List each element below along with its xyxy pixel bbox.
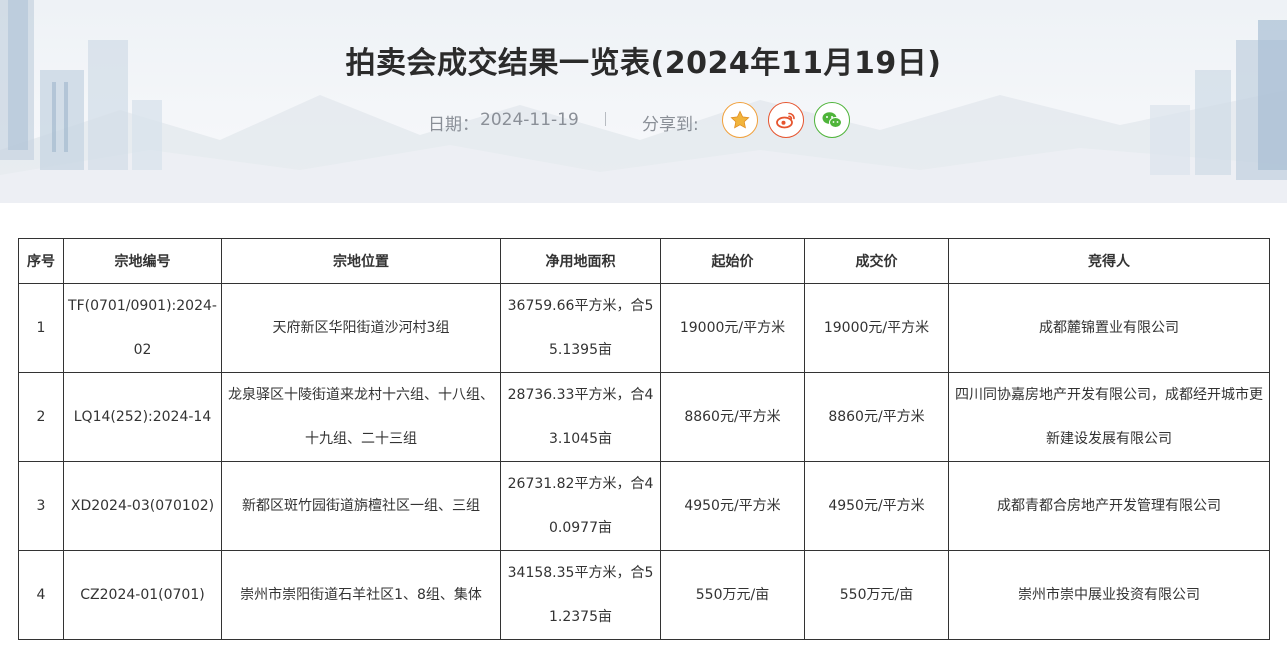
cell-net-area: 34158.35平方米，合51.2375亩 [500,550,661,640]
cell-parcel-code: LQ14(252):2024-14 [63,372,222,462]
table-row: 3 XD2024-03(070102) 新都区斑竹园街道旃檀社区一组、三组 26… [18,461,1270,551]
column-header-starting-price: 起始价 [660,238,805,284]
cell-location: 崇州市崇阳街道石羊社区1、8组、集体 [221,550,501,640]
share-favorite-button[interactable] [722,102,758,138]
table-row: 4 CZ2024-01(0701) 崇州市崇阳街道石羊社区1、8组、集体 341… [18,550,1270,640]
column-header-index: 序号 [18,238,64,284]
cell-location: 新都区斑竹园街道旃檀社区一组、三组 [221,461,501,551]
cell-index: 3 [18,461,64,551]
cell-winner: 成都青都合房地产开发管理有限公司 [948,461,1270,551]
cell-winner: 崇州市崇中展业投资有限公司 [948,550,1270,640]
page-title: 拍卖会成交结果一览表(2024年11月19日) [345,46,942,81]
cell-final-price: 550万元/亩 [804,550,949,640]
article-meta: 日期： 2024-11-19 分享到: [0,102,1287,138]
cell-starting-price: 550万元/亩 [660,550,805,640]
publish-date: 2024-11-19 [480,110,579,130]
table-header-row: 序号 宗地编号 宗地位置 净用地面积 起始价 成交价 竞得人 [18,238,1270,284]
table-row: 2 LQ14(252):2024-14 龙泉驿区十陵街道来龙村十六组、十八组、十… [18,372,1270,462]
cell-index: 1 [18,283,64,373]
cell-final-price: 4950元/平方米 [804,461,949,551]
meta-separator [605,110,607,126]
column-header-winner: 竞得人 [948,238,1270,284]
cell-winner: 成都麓锦置业有限公司 [948,283,1270,373]
star-icon [730,110,750,129]
cell-net-area: 26731.82平方米，合40.0977亩 [500,461,661,551]
share-label: 分享到: [642,115,699,135]
cell-parcel-code: TF(0701/0901):2024-02 [63,283,222,373]
column-header-parcel-code: 宗地编号 [63,238,222,284]
cell-location: 龙泉驿区十陵街道来龙村十六组、十八组、十九组、二十三组 [221,372,501,462]
column-header-net-area: 净用地面积 [500,238,661,284]
cell-parcel-code: CZ2024-01(0701) [63,550,222,640]
cell-final-price: 8860元/平方米 [804,372,949,462]
wechat-icon [822,112,842,128]
column-header-final-price: 成交价 [804,238,949,284]
cell-starting-price: 4950元/平方米 [660,461,805,551]
column-header-location: 宗地位置 [221,238,501,284]
table-row: 1 TF(0701/0901):2024-02 天府新区华阳街道沙河村3组 36… [18,283,1270,373]
cell-starting-price: 19000元/平方米 [660,283,805,373]
header-banner: 拍卖会成交结果一览表(2024年11月19日) 日期： 2024-11-19 分… [0,0,1287,203]
cell-final-price: 19000元/平方米 [804,283,949,373]
cell-index: 4 [18,550,64,640]
share-wechat-button[interactable] [814,102,850,138]
cell-winner: 四川同协嘉房地产开发有限公司，成都经开城市更新建设发展有限公司 [948,372,1270,462]
cell-index: 2 [18,372,64,462]
cell-starting-price: 8860元/平方米 [660,372,805,462]
cell-net-area: 28736.33平方米，合43.1045亩 [500,372,661,462]
share-weibo-button[interactable] [768,102,804,138]
cell-parcel-code: XD2024-03(070102) [63,461,222,551]
cell-net-area: 36759.66平方米，合55.1395亩 [500,283,661,373]
auction-results-table: 序号 宗地编号 宗地位置 净用地面积 起始价 成交价 竞得人 1 TF(0701… [18,238,1270,640]
cell-location: 天府新区华阳街道沙河村3组 [221,283,501,373]
weibo-icon [776,112,795,129]
date-label: 日期： [428,115,479,135]
